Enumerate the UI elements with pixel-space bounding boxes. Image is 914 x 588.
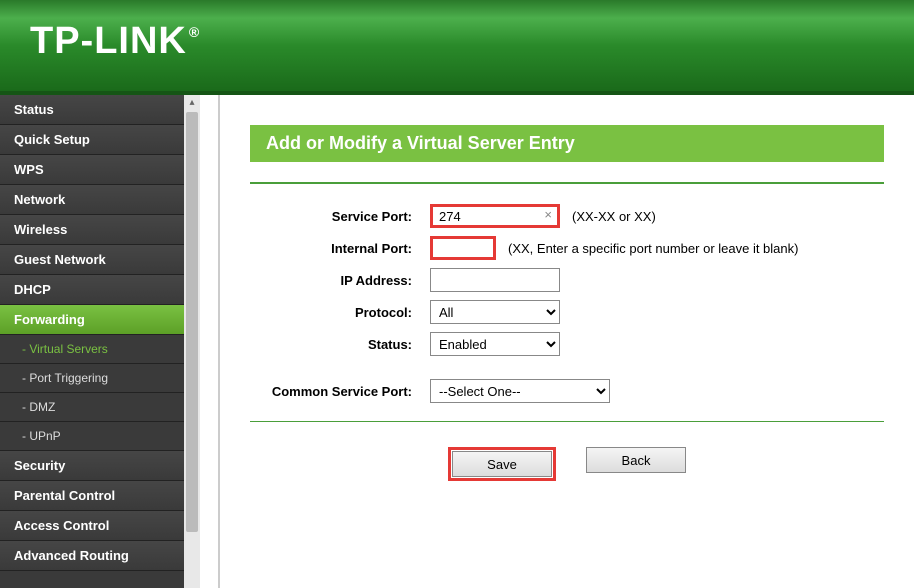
- label-ip-address: IP Address:: [250, 273, 430, 288]
- label-common-service-port: Common Service Port:: [250, 384, 430, 399]
- label-service-port: Service Port:: [250, 209, 430, 224]
- sidebar-item-quick-setup[interactable]: Quick Setup: [0, 125, 184, 155]
- row-service-port: Service Port: × (XX-XX or XX): [250, 204, 884, 228]
- sidebar-sub-upnp[interactable]: - UPnP: [0, 422, 184, 451]
- button-row: Save Back: [250, 447, 884, 481]
- sidebar-item-security[interactable]: Security: [0, 451, 184, 481]
- divider-bottom: [250, 421, 884, 422]
- sidebar-scrollbar[interactable]: ▴: [184, 95, 200, 588]
- sidebar-item-status[interactable]: Status: [0, 95, 184, 125]
- sidebar-sub-port-triggering[interactable]: - Port Triggering: [0, 364, 184, 393]
- label-internal-port: Internal Port:: [250, 241, 430, 256]
- sidebar-item-advanced-routing[interactable]: Advanced Routing: [0, 541, 184, 571]
- back-button[interactable]: Back: [586, 447, 686, 473]
- sidebar-item-access-control[interactable]: Access Control: [0, 511, 184, 541]
- row-common-service-port: Common Service Port: --Select One--: [250, 379, 884, 403]
- service-port-input[interactable]: [430, 204, 560, 228]
- divider: [250, 182, 884, 184]
- sidebar-item-forwarding[interactable]: Forwarding: [0, 305, 184, 335]
- sidebar-item-dhcp[interactable]: DHCP: [0, 275, 184, 305]
- sidebar-item-wps[interactable]: WPS: [0, 155, 184, 185]
- page-title: Add or Modify a Virtual Server Entry: [250, 125, 884, 162]
- scroll-up-arrow-icon[interactable]: ▴: [187, 95, 196, 110]
- row-status: Status: Enabled: [250, 332, 884, 356]
- save-button[interactable]: Save: [452, 451, 552, 477]
- internal-port-input[interactable]: [430, 236, 496, 260]
- status-select[interactable]: Enabled: [430, 332, 560, 356]
- sidebar-sub-virtual-servers[interactable]: - Virtual Servers: [0, 335, 184, 364]
- hint-internal-port: (XX, Enter a specific port number or lea…: [508, 241, 798, 256]
- sidebar-item-network[interactable]: Network: [0, 185, 184, 215]
- sidebar-item-wireless[interactable]: Wireless: [0, 215, 184, 245]
- content-area: Add or Modify a Virtual Server Entry Ser…: [200, 95, 914, 588]
- sidebar-item-parental-control[interactable]: Parental Control: [0, 481, 184, 511]
- sidebar-item-guest-network[interactable]: Guest Network: [0, 245, 184, 275]
- common-service-port-select[interactable]: --Select One--: [430, 379, 610, 403]
- save-button-highlight: Save: [448, 447, 556, 481]
- scroll-thumb[interactable]: [186, 112, 198, 532]
- label-status: Status:: [250, 337, 430, 352]
- brand-logo: TP-LINK ®: [30, 20, 884, 63]
- row-ip-address: IP Address:: [250, 268, 884, 292]
- clear-input-icon[interactable]: ×: [544, 207, 552, 222]
- brand-text: TP-LINK: [30, 20, 187, 63]
- ip-address-input[interactable]: [430, 268, 560, 292]
- label-protocol: Protocol:: [250, 305, 430, 320]
- registered-mark: ®: [189, 24, 200, 40]
- header: TP-LINK ®: [0, 0, 914, 95]
- sidebar: Status Quick Setup WPS Network Wireless …: [0, 95, 184, 588]
- protocol-select[interactable]: All: [430, 300, 560, 324]
- row-internal-port: Internal Port: (XX, Enter a specific por…: [250, 236, 884, 260]
- hint-service-port: (XX-XX or XX): [572, 209, 656, 224]
- sidebar-container: Status Quick Setup WPS Network Wireless …: [0, 95, 200, 588]
- sidebar-sub-dmz[interactable]: - DMZ: [0, 393, 184, 422]
- row-protocol: Protocol: All: [250, 300, 884, 324]
